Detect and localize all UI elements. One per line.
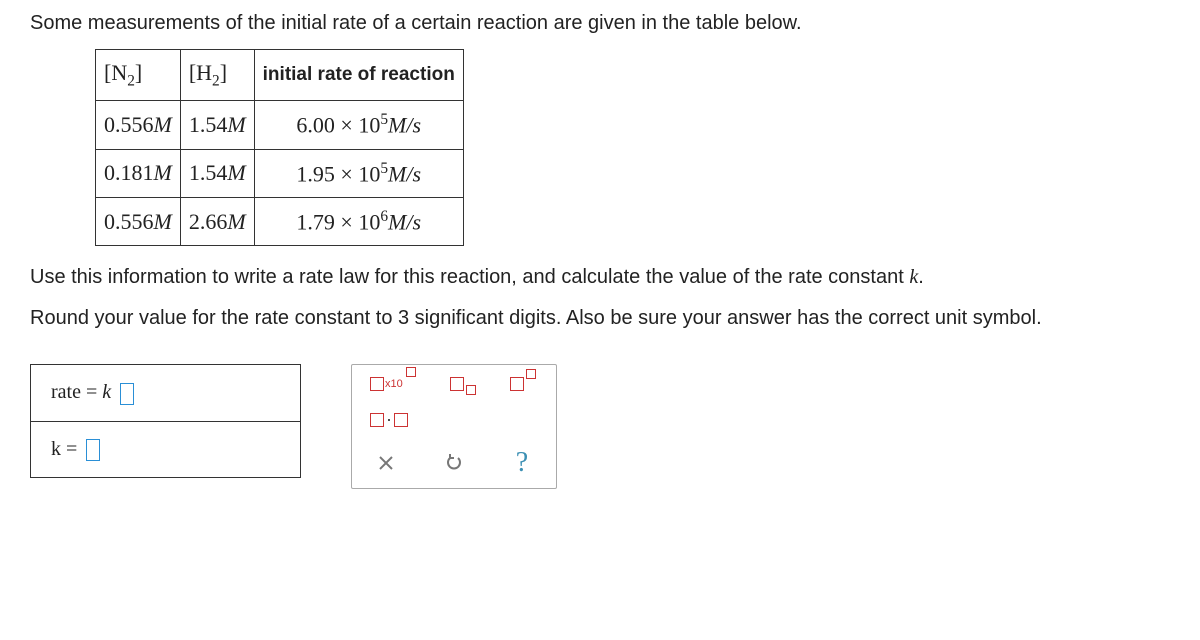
k-blank-box[interactable] (86, 439, 100, 461)
toolbox-panel: x10 · ? (351, 364, 557, 489)
table-row: 0.181M 1.54M 1.95 × 105M/s (96, 149, 464, 197)
reset-button[interactable] (438, 448, 470, 478)
rate-blank-box[interactable] (120, 383, 134, 405)
instruction-2: Round your value for the rate constant t… (30, 307, 1170, 330)
table-row: 0.556M 1.54M 6.00 × 105M/s (96, 101, 464, 149)
subscript-button[interactable] (450, 377, 474, 391)
multiply-button[interactable]: · (370, 409, 408, 430)
instruction-1: Use this information to write a rate law… (30, 266, 1170, 289)
x-icon (377, 454, 395, 472)
undo-icon (444, 453, 464, 473)
superscript-button[interactable] (510, 377, 534, 391)
intro-text: Some measurements of the initial rate of… (30, 12, 1170, 35)
header-n2: [N2] (96, 50, 181, 101)
clear-button[interactable] (370, 448, 402, 478)
scientific-notation-button[interactable]: x10 (370, 377, 414, 391)
header-rate: initial rate of reaction (254, 50, 463, 101)
k-input-cell[interactable]: k = (31, 421, 301, 477)
data-table: [N2] [H2] initial rate of reaction 0.556… (95, 49, 464, 246)
answer-table: rate = k k = (30, 364, 301, 478)
rate-input-cell[interactable]: rate = k (31, 365, 301, 421)
table-row: 0.556M 2.66M 1.79 × 106M/s (96, 198, 464, 246)
help-button[interactable]: ? (506, 448, 538, 478)
header-h2: [H2] (180, 50, 254, 101)
